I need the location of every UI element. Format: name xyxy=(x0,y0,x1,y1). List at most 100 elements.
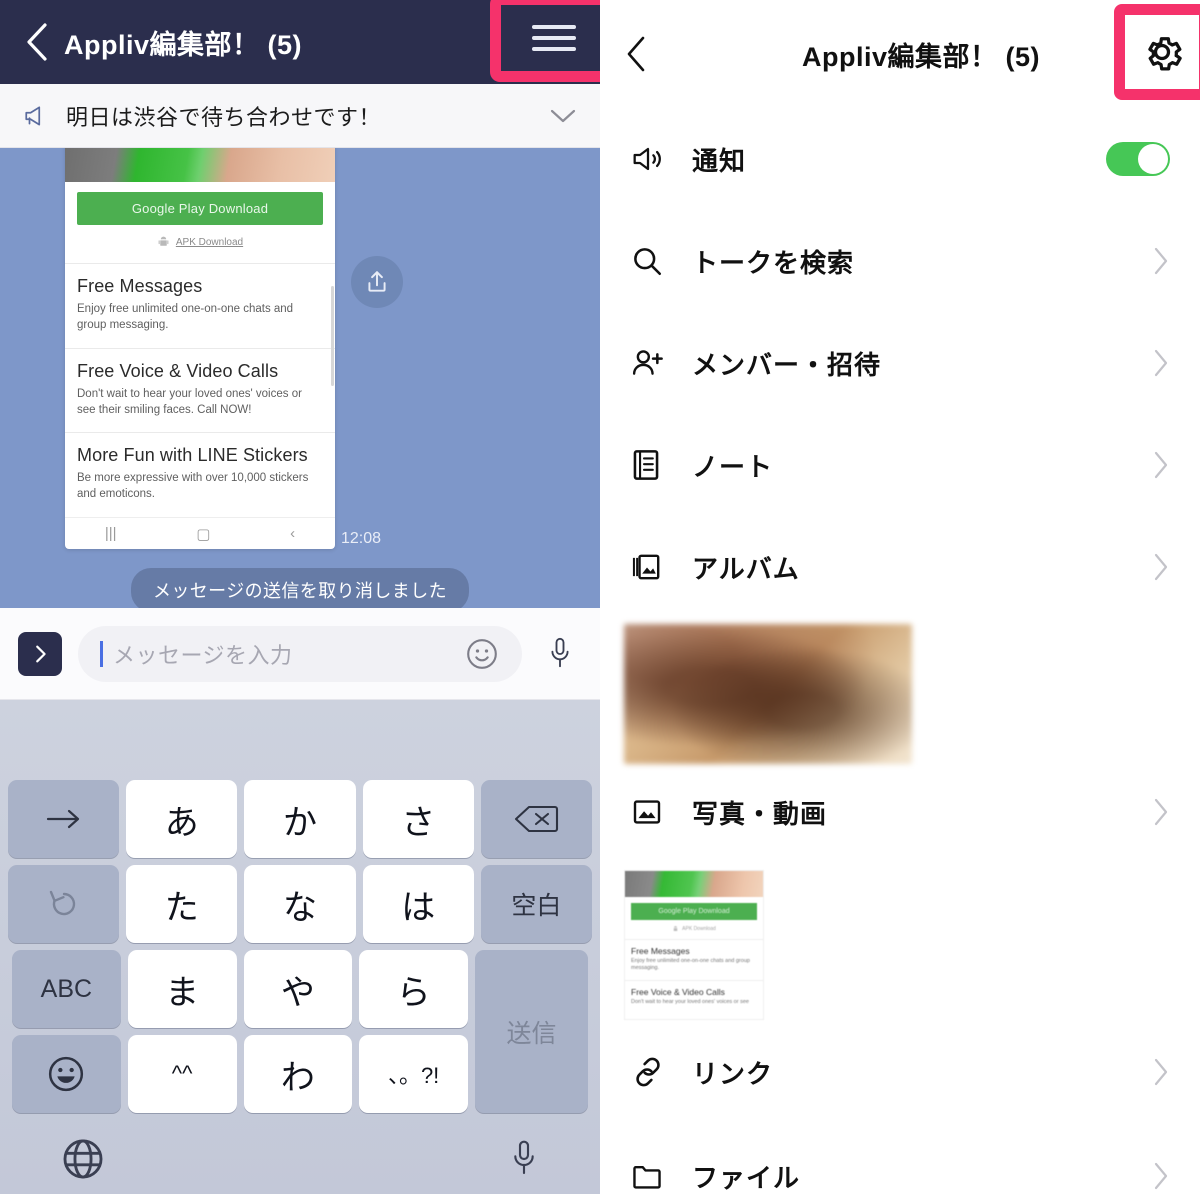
key-ka[interactable]: か xyxy=(244,780,356,858)
emoji-key[interactable] xyxy=(12,1035,121,1113)
add-member-icon xyxy=(630,347,692,379)
thumbnail-section: Free Messages Enjoy free unlimited one-o… xyxy=(625,939,763,980)
key-ra[interactable]: ら xyxy=(359,950,468,1028)
gear-icon xyxy=(1148,37,1182,71)
menu-item-label: 通知 xyxy=(692,145,747,176)
album-thumbnail[interactable] xyxy=(624,624,912,764)
chevron-right-icon xyxy=(1152,1161,1170,1191)
microphone-icon[interactable] xyxy=(538,635,582,673)
hamburger-menu-button[interactable] xyxy=(490,0,600,82)
keyboard-row-4: ^^ わ 、。?! xyxy=(12,1035,468,1113)
menu-item-note[interactable]: ノート xyxy=(600,414,1200,516)
menu-item-label: トークを検索 xyxy=(692,247,855,278)
menu-item-member-invite[interactable]: メンバー・招待 xyxy=(600,312,1200,414)
keyboard-lower-section: ABC ま や ら ^^ わ 、。?! 送信 xyxy=(4,950,596,1120)
key-ta[interactable]: た xyxy=(126,865,238,943)
expand-right-icon[interactable] xyxy=(18,631,62,676)
thumbnail-body: Enjoy free unlimited one-on-one chats an… xyxy=(631,958,750,972)
megaphone-icon xyxy=(22,103,62,129)
menu-item-link[interactable]: リンク xyxy=(600,1020,1200,1124)
key-wa[interactable]: わ xyxy=(243,1035,353,1113)
menu-title: Appliv編集部！ (5) xyxy=(801,41,1040,72)
share-upload-icon[interactable] xyxy=(351,256,403,308)
photo-video-icon xyxy=(630,796,692,828)
bubble-download-area: Google Play Download APK Download xyxy=(65,182,335,263)
recents-icon: ||| xyxy=(104,525,117,543)
key-ha[interactable]: は xyxy=(362,865,474,943)
key-na[interactable]: な xyxy=(244,865,356,943)
android-icon xyxy=(673,926,678,932)
bubble-section-body: Enjoy free unlimited one-on-one chats an… xyxy=(77,303,294,331)
text-caret xyxy=(100,640,103,667)
menu-header: Appliv編集部！ (5) xyxy=(600,0,1200,108)
key-a[interactable]: あ xyxy=(126,780,238,858)
menu-item-file[interactable]: ファイル xyxy=(600,1124,1200,1194)
thumbnail-photo-banner xyxy=(625,871,763,897)
chat-message-area: Google Play Download APK Download Free M… xyxy=(0,148,600,608)
settings-button[interactable] xyxy=(1114,4,1200,100)
speaker-notification-icon xyxy=(630,143,692,175)
back-button[interactable] xyxy=(14,22,60,62)
globe-language-icon[interactable] xyxy=(60,1136,106,1182)
notification-toggle[interactable] xyxy=(1106,142,1170,176)
message-image-bubble[interactable]: Google Play Download APK Download Free M… xyxy=(65,148,335,550)
group-menu-screen: Appliv編集部！ (5) 通知 トークを検索 メンバー・招待 ノート アルバ… xyxy=(600,0,1200,1194)
thumbnail-body: Don't wait to hear your loved ones' voic… xyxy=(631,998,749,1005)
menu-item-notification[interactable]: 通知 xyxy=(600,108,1200,210)
send-key[interactable]: 送信 xyxy=(475,950,588,1113)
keyboard-lower-left: ABC ま や ら ^^ わ 、。?! xyxy=(12,950,468,1120)
smiley-face-icon[interactable] xyxy=(464,636,500,672)
thumbnail-apk-row: APK Download xyxy=(625,920,763,939)
space-key[interactable]: 空白 xyxy=(480,865,593,943)
key-ma[interactable]: ま xyxy=(127,950,237,1028)
keyboard-lower-right: 送信 xyxy=(475,950,588,1120)
keyboard-bottom-bar xyxy=(4,1120,596,1182)
message-input-placeholder: メッセージを入力 xyxy=(113,642,293,668)
hamburger-menu-icon xyxy=(532,18,576,58)
message-input-bar: メッセージを入力 xyxy=(0,608,600,700)
back-button[interactable] xyxy=(624,35,666,73)
note-icon xyxy=(630,448,692,482)
link-chain-icon xyxy=(630,1055,692,1089)
menu-item-label: ノート xyxy=(692,451,774,482)
back-nav-icon: ‹ xyxy=(290,525,296,543)
photo-video-thumbnail[interactable]: Google Play Download APK Download Free M… xyxy=(624,870,764,1020)
menu-item-album[interactable]: アルバム xyxy=(600,516,1200,618)
dual-screenshot-container: Appliv編集部！ (5) 明日は渋谷で待ち合わせです！ Google Pla… xyxy=(0,0,1200,1194)
message-timestamp: 12:08 xyxy=(341,530,382,547)
thumbnail-heading: Free Voice & Video Calls xyxy=(631,986,725,997)
chevron-right-icon xyxy=(1152,552,1170,582)
bubble-section-body: Don't wait to hear your loved ones' voic… xyxy=(77,387,302,416)
bubble-scrollbar xyxy=(331,286,334,386)
key-ya[interactable]: や xyxy=(243,950,353,1028)
menu-item-label: ファイル xyxy=(692,1162,801,1193)
menu-item-search-talk[interactable]: トークを検索 xyxy=(600,210,1200,312)
menu-item-photo-video[interactable]: 写真・動画 xyxy=(600,764,1200,860)
apk-download-link[interactable]: APK Download xyxy=(176,237,243,248)
abc-key[interactable]: ABC xyxy=(12,950,121,1028)
key-sa[interactable]: さ xyxy=(362,780,474,858)
bubble-section: Free Voice & Video Calls Don't wait to h… xyxy=(65,347,335,433)
apk-download-row[interactable]: APK Download xyxy=(77,225,323,257)
chevron-right-icon xyxy=(1152,797,1170,827)
keyboard-suggestion-bar xyxy=(0,700,600,780)
backspace-key[interactable] xyxy=(480,780,593,858)
key-punctuation[interactable]: 、。?! xyxy=(359,1035,468,1113)
key-caret[interactable]: ^^ xyxy=(127,1035,237,1113)
system-notice-row: メッセージの送信を取り消しました xyxy=(0,568,600,608)
keyboard-rows: あ か さ た な は 空白 ABC ま や ら ^^ わ 、。?! 送信 xyxy=(0,780,600,1182)
bubble-section-body: Be more expressive with over 10,000 stic… xyxy=(77,472,309,501)
undo-key[interactable] xyxy=(8,865,120,943)
chevron-down-icon[interactable] xyxy=(548,106,578,126)
chevron-right-icon xyxy=(1152,450,1170,480)
chevron-right-icon xyxy=(1152,348,1170,378)
message-input-field[interactable]: メッセージを入力 xyxy=(78,625,522,682)
folder-icon xyxy=(630,1160,692,1192)
android-icon xyxy=(158,236,169,246)
microphone-icon[interactable] xyxy=(508,1136,540,1182)
announcement-banner[interactable]: 明日は渋谷で待ち合わせです！ xyxy=(0,84,600,148)
google-play-download-button[interactable]: Google Play Download xyxy=(77,192,323,225)
android-navigation-bar: ||| ▢ ‹ xyxy=(65,517,335,549)
keyboard-row-1: あ か さ xyxy=(4,780,596,858)
cursor-right-key[interactable] xyxy=(8,780,120,858)
